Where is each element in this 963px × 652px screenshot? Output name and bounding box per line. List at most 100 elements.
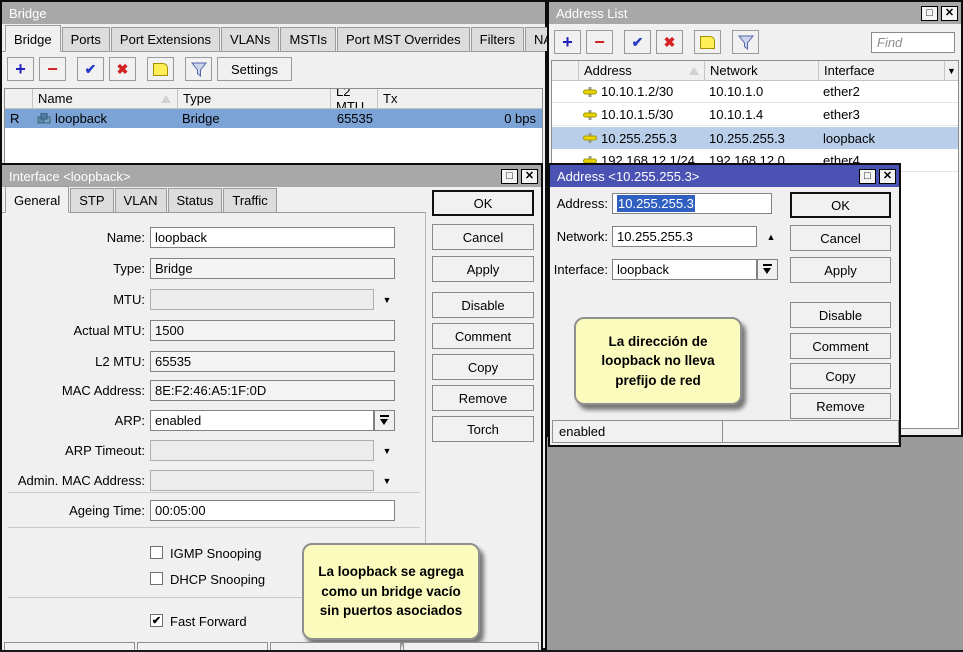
ok-button[interactable]: OK xyxy=(432,190,534,216)
bridge-tab-bridge[interactable]: Bridge xyxy=(5,25,61,52)
arp-timeout-dropdown-icon[interactable]: ▼ xyxy=(379,446,395,456)
maximize-button[interactable]: □ xyxy=(921,6,938,21)
bridge-col-name[interactable]: Name xyxy=(32,89,177,109)
disable-button[interactable]: Disable xyxy=(432,292,534,318)
address-col-flags[interactable] xyxy=(552,61,578,81)
address-dialog-titlebar[interactable]: Address <10.255.255.3> □ ✕ xyxy=(550,165,899,187)
address-col-network[interactable]: Network xyxy=(704,61,818,81)
row-name: loopback xyxy=(55,111,107,126)
address-row[interactable]: 10.10.1.2/30 10.10.1.0 ether2 xyxy=(552,81,958,103)
status-cell xyxy=(722,420,899,443)
filter-button[interactable] xyxy=(185,57,212,81)
bridge-tab-ports[interactable]: Ports xyxy=(62,27,110,51)
interface-field[interactable] xyxy=(612,259,757,280)
name-field[interactable] xyxy=(150,227,395,248)
bridge-col-type[interactable]: Type xyxy=(177,89,330,109)
add-address-button[interactable]: + xyxy=(554,30,581,54)
enable-button[interactable]: ✔ xyxy=(77,57,104,81)
torch-button[interactable]: Torch xyxy=(432,416,534,442)
address-col-interface[interactable]: Interface xyxy=(818,61,944,81)
dhcp-snooping-checkbox[interactable] xyxy=(150,572,163,585)
comment-note-icon xyxy=(153,63,168,76)
name-label: Name: xyxy=(2,230,145,245)
interface-dialog-title: Interface <loopback> xyxy=(9,169,130,184)
enable-check-icon: ✔ xyxy=(632,34,644,51)
comment-note-icon xyxy=(700,36,715,49)
bridge-col-l2mtu[interactable]: L2 MTU xyxy=(330,89,377,109)
maximize-button[interactable]: □ xyxy=(859,169,876,184)
interface-dialog-titlebar[interactable]: Interface <loopback> □ ✕ xyxy=(2,165,541,187)
interface-tab-stp[interactable]: STP xyxy=(70,188,113,212)
remove-button[interactable]: − xyxy=(39,57,66,81)
arp-timeout-field[interactable] xyxy=(150,440,374,461)
close-button[interactable]: ✕ xyxy=(521,169,538,184)
find-input[interactable] xyxy=(871,32,955,53)
comment-button[interactable]: Comment xyxy=(432,323,534,349)
igmp-snooping-checkbox[interactable] xyxy=(150,546,163,559)
maximize-button[interactable]: □ xyxy=(501,169,518,184)
filter-address-button[interactable] xyxy=(732,30,759,54)
disable-button[interactable]: ✖ xyxy=(109,57,136,81)
column-select-icon: ▼ xyxy=(947,66,956,76)
admin-mac-dropdown-icon[interactable]: ▼ xyxy=(379,476,395,486)
address-field[interactable]: 10.255.255.3 xyxy=(612,193,772,214)
bridge-tab-filters[interactable]: Filters xyxy=(471,27,524,51)
network-field[interactable] xyxy=(612,226,757,247)
mtu-label: MTU: xyxy=(2,292,145,307)
address-list-title: Address List xyxy=(556,6,628,21)
close-button[interactable]: ✕ xyxy=(879,169,896,184)
apply-button[interactable]: Apply xyxy=(790,257,891,283)
copy-button[interactable]: Copy xyxy=(790,363,891,389)
disable-button[interactable]: Disable xyxy=(790,302,891,328)
mtu-dropdown-icon[interactable]: ▼ xyxy=(379,295,395,305)
remove-button[interactable]: Remove xyxy=(432,385,534,411)
ageing-time-field[interactable] xyxy=(150,500,395,521)
fast-forward-label: Fast Forward xyxy=(170,614,247,629)
bridge-titlebar[interactable]: Bridge xyxy=(2,2,545,24)
comment-button[interactable]: Comment xyxy=(790,333,891,359)
add-button[interactable]: + xyxy=(7,57,34,81)
igmp-snooping-label: IGMP Snooping xyxy=(170,546,262,561)
bridge-tab-port-mst-overrides[interactable]: Port MST Overrides xyxy=(337,27,470,51)
interface-tab-general[interactable]: General xyxy=(5,186,69,213)
copy-button[interactable]: Copy xyxy=(432,354,534,380)
cancel-button[interactable]: Cancel xyxy=(790,225,891,251)
bridge-tab-port-extensions[interactable]: Port Extensions xyxy=(111,27,220,51)
disable-address-button[interactable]: ✖ xyxy=(656,30,683,54)
address-row-selected[interactable]: 10.255.255.3 10.255.255.3 loopback xyxy=(552,127,958,149)
comment-address-button[interactable] xyxy=(694,30,721,54)
interface-combo-button[interactable] xyxy=(757,259,778,280)
comment-button[interactable] xyxy=(147,57,174,81)
remove-address-button[interactable]: − xyxy=(586,30,613,54)
cancel-button[interactable]: Cancel xyxy=(432,224,534,250)
mtu-field[interactable] xyxy=(150,289,374,310)
interface-tab-vlan[interactable]: VLAN xyxy=(115,188,167,212)
enable-address-button[interactable]: ✔ xyxy=(624,30,651,54)
actual-mtu-field: 1500 xyxy=(150,320,395,341)
arp-timeout-label: ARP Timeout: xyxy=(2,443,145,458)
arp-field[interactable] xyxy=(150,410,374,431)
bridge-col-flags[interactable] xyxy=(5,89,32,109)
interface-tab-traffic[interactable]: Traffic xyxy=(223,188,276,212)
ok-button[interactable]: OK xyxy=(790,192,891,218)
address-list-titlebar[interactable]: Address List □ ✕ xyxy=(549,2,961,24)
ip-address-icon xyxy=(583,133,597,143)
admin-mac-field[interactable] xyxy=(150,470,374,491)
address-row[interactable]: 10.10.1.5/30 10.10.1.4 ether3 xyxy=(552,104,958,126)
remove-button[interactable]: Remove xyxy=(790,393,891,419)
bridge-col-tx[interactable]: Tx xyxy=(377,89,542,109)
network-up-icon[interactable]: ▲ xyxy=(763,232,779,242)
type-label: Type: xyxy=(2,261,145,276)
interface-tab-status[interactable]: Status xyxy=(168,188,223,212)
arp-combo-button[interactable] xyxy=(374,410,395,431)
bridge-tab-vlans[interactable]: VLANs xyxy=(221,27,279,51)
bridge-tab-mstis[interactable]: MSTIs xyxy=(280,27,336,51)
bridge-row-loopback[interactable]: R loopback Bridge 65535 0 bps xyxy=(5,109,542,128)
address-col-address[interactable]: Address xyxy=(578,61,704,81)
column-selector-button[interactable]: ▼ xyxy=(944,61,958,81)
fast-forward-checkbox[interactable]: ✔ xyxy=(150,614,163,627)
interface-label: Interface: xyxy=(550,262,608,277)
apply-button[interactable]: Apply xyxy=(432,256,534,282)
close-button[interactable]: ✕ xyxy=(941,6,958,21)
settings-button[interactable]: Settings xyxy=(217,57,292,81)
